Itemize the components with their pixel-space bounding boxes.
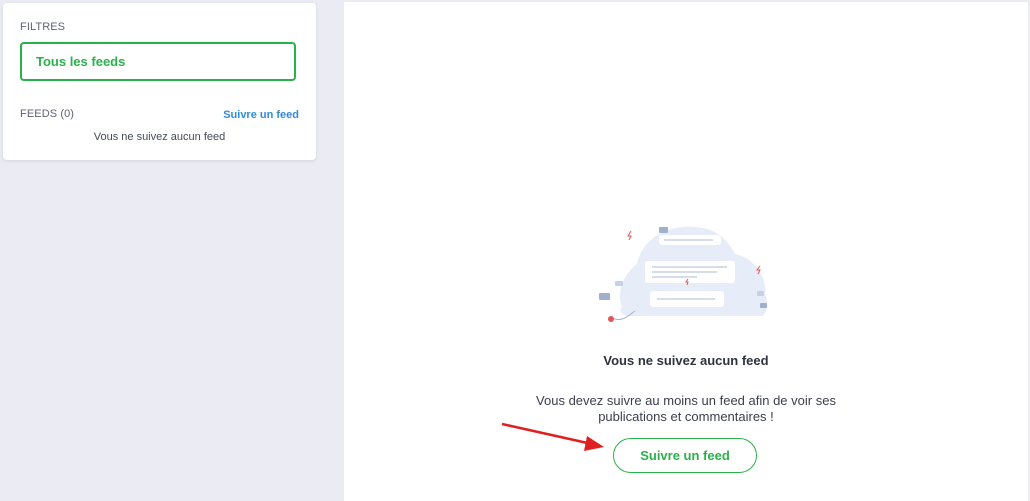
annotation-arrow-icon bbox=[501, 422, 604, 451]
filter-all-feeds[interactable]: Tous les feeds bbox=[20, 42, 296, 81]
follow-feed-link[interactable]: Suivre un feed bbox=[223, 109, 299, 121]
main-content: Vous ne suivez aucun feed Vous devez sui… bbox=[344, 2, 1028, 501]
filters-panel: FILTRES Tous les feeds FEEDS (0) Suivre … bbox=[3, 3, 316, 160]
filters-title: FILTRES bbox=[20, 21, 66, 33]
empty-feed-illustration-icon bbox=[599, 226, 768, 322]
sidebar-empty-text: Vous ne suivez aucun feed bbox=[93, 131, 226, 143]
follow-feed-button[interactable]: Suivre un feed bbox=[613, 438, 757, 473]
feeds-count-title: FEEDS (0) bbox=[20, 108, 75, 120]
empty-state-title: Vous ne suivez aucun feed bbox=[603, 353, 769, 368]
